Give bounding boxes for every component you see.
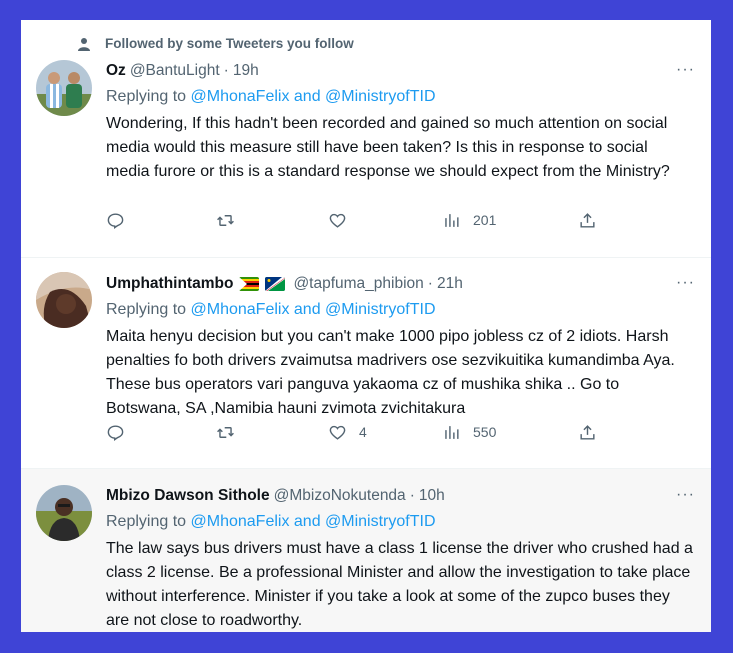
reply-icon <box>107 424 124 441</box>
tweet-time[interactable]: 19h <box>233 61 259 81</box>
replying-users-link[interactable]: @MhonaFelix and @MinistryofTID <box>191 301 436 318</box>
replying-to: Replying to @MhonaFelix and @MinistryofT… <box>106 87 695 107</box>
views-icon <box>445 425 459 439</box>
tweet-time[interactable]: 10h <box>419 486 445 506</box>
replying-prefix: Replying to <box>106 88 187 105</box>
separator-dot: · <box>427 275 433 292</box>
views-button[interactable]: 201 <box>442 210 496 230</box>
like-count: 4 <box>359 424 367 440</box>
avatar-image <box>36 485 92 541</box>
replying-prefix: Replying to <box>106 301 187 318</box>
avatar-image <box>36 272 92 328</box>
tweet-content: Mbizo Dawson Sithole @MbizoNokutenda · 1… <box>106 486 695 632</box>
timeline-frame: Followed by some Tweeters you follow Oz … <box>21 20 711 632</box>
tweet-content: Oz @BantuLight · 19h ··· Replying to @Mh… <box>106 61 695 184</box>
views-icon <box>445 213 459 227</box>
reply-icon <box>107 212 124 229</box>
avatar-image <box>36 60 92 116</box>
replying-users-link[interactable]: @MhonaFelix and @MinistryofTID <box>191 513 436 530</box>
separator-dot: · <box>409 487 415 504</box>
reply-button[interactable] <box>106 210 125 230</box>
retweet-icon <box>217 426 234 438</box>
share-icon <box>580 424 595 440</box>
avatar[interactable] <box>36 485 92 541</box>
tweet-header: Umphathintambo @tapfuma_phibion · 21h <box>106 274 695 294</box>
author-handle[interactable]: @MbizoNokutenda <box>274 486 406 506</box>
social-context: Followed by some Tweeters you follow <box>77 36 354 51</box>
tweet-time[interactable]: 21h <box>437 274 463 294</box>
more-icon[interactable]: ··· <box>676 61 695 79</box>
avatar[interactable] <box>36 272 92 328</box>
more-icon[interactable]: ··· <box>676 486 695 504</box>
reply-button[interactable] <box>106 422 125 442</box>
more-icon[interactable]: ··· <box>676 274 695 292</box>
share-icon <box>580 212 595 228</box>
tweet-text: The law says bus drivers must have a cla… <box>106 540 693 629</box>
replying-prefix: Replying to <box>106 513 187 530</box>
like-button[interactable] <box>328 210 347 230</box>
tweet-umphathintambo[interactable]: Umphathintambo @tapfuma_phibion · 21h ··… <box>21 258 711 469</box>
tweet-header: Mbizo Dawson Sithole @MbizoNokutenda · 1… <box>106 486 695 506</box>
author-handle[interactable]: @BantuLight <box>130 61 220 81</box>
replying-to: Replying to @MhonaFelix and @MinistryofT… <box>106 300 695 320</box>
avatar[interactable] <box>36 60 92 116</box>
views-button[interactable]: 550 <box>442 422 496 442</box>
author-name[interactable]: Oz <box>106 61 126 81</box>
retweet-button[interactable] <box>216 422 235 442</box>
author-handle[interactable]: @tapfuma_phibion <box>293 274 423 294</box>
replying-to: Replying to @MhonaFelix and @MinistryofT… <box>106 512 695 532</box>
tweet-text: Wondering, If this hadn't been recorded … <box>106 115 670 180</box>
retweet-button[interactable] <box>216 210 235 230</box>
like-icon <box>329 425 346 440</box>
namibia-flag-icon <box>265 277 286 291</box>
like-button[interactable]: 4 <box>328 422 367 442</box>
social-context-text: Followed by some Tweeters you follow <box>105 36 354 51</box>
views-count: 201 <box>473 212 497 228</box>
tweet-header: Oz @BantuLight · 19h <box>106 61 695 81</box>
tweet-content: Umphathintambo @tapfuma_phibion · 21h ··… <box>106 274 695 421</box>
tweet-text: Maita henyu decision but you can't make … <box>106 328 675 417</box>
share-button[interactable] <box>578 210 597 230</box>
zimbabwe-flag-icon <box>239 277 260 291</box>
person-icon <box>78 37 90 51</box>
author-name[interactable]: Mbizo Dawson Sithole <box>106 486 270 506</box>
views-count: 550 <box>473 424 497 440</box>
like-icon <box>329 213 346 228</box>
author-name[interactable]: Umphathintambo <box>106 274 233 294</box>
replying-users-link[interactable]: @MhonaFelix and @MinistryofTID <box>191 88 436 105</box>
share-button[interactable] <box>578 422 597 442</box>
tweet-mbizo[interactable]: Mbizo Dawson Sithole @MbizoNokutenda · 1… <box>21 469 711 632</box>
separator-dot: · <box>223 62 229 79</box>
retweet-icon <box>217 214 234 226</box>
tweet-oz[interactable]: Followed by some Tweeters you follow Oz … <box>21 20 711 258</box>
